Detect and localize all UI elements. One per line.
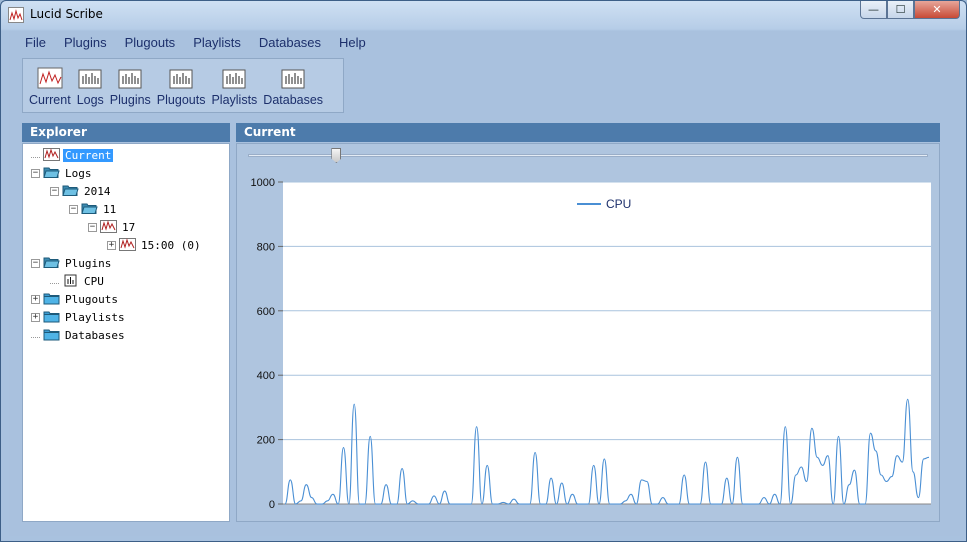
- time-slider-track[interactable]: [248, 154, 928, 157]
- tree-item-label: Playlists: [65, 310, 125, 324]
- plugouts-icon: [169, 69, 193, 89]
- tree-item[interactable]: − 2014: [50, 182, 113, 200]
- minimize-button[interactable]: —: [860, 1, 887, 19]
- tree-item-label: Plugouts: [65, 292, 118, 306]
- toolbar-databases-button[interactable]: Databases: [261, 59, 325, 112]
- tree-item-label: Plugins: [65, 256, 112, 270]
- tree-item[interactable]: − Plugins: [31, 254, 113, 272]
- folder-icon: [43, 291, 60, 308]
- toolbar: Current Logs Plugins Plugouts Playlists …: [22, 58, 344, 113]
- window-title: Lucid Scribe: [30, 7, 103, 21]
- tree-item[interactable]: − Logs: [31, 164, 94, 182]
- y-tick-label: 1000: [251, 177, 275, 189]
- collapse-icon[interactable]: −: [88, 222, 97, 232]
- tree-item[interactable]: − 17: [88, 218, 137, 236]
- menu-bar: File Plugins Plugouts Playlists Database…: [9, 31, 960, 55]
- expand-icon[interactable]: +: [31, 312, 40, 322]
- tree-item-label: 15:00 (0): [141, 238, 201, 252]
- menu-databases[interactable]: Databases: [251, 31, 329, 55]
- close-button[interactable]: ✕: [914, 1, 960, 19]
- graph-icon: [100, 219, 117, 236]
- databases-icon: [281, 69, 305, 89]
- menu-help[interactable]: Help: [331, 31, 374, 55]
- explorer-tree: Current − Logs −2014−11−17 +15:00 (0) − Plugin…: [22, 143, 230, 522]
- plot-area: [283, 182, 931, 504]
- current-header: Current: [236, 123, 940, 142]
- toolbar-current-label: Current: [29, 93, 71, 107]
- logs-icon: [78, 69, 102, 89]
- collapse-icon[interactable]: −: [31, 168, 40, 178]
- menu-plugouts[interactable]: Plugouts: [117, 31, 184, 55]
- toolbar-plugins-label: Plugins: [109, 93, 151, 107]
- menu-plugins[interactable]: Plugins: [56, 31, 115, 55]
- plugin-icon: [62, 273, 79, 290]
- client-area: File Plugins Plugouts Playlists Database…: [9, 31, 960, 536]
- collapse-icon[interactable]: −: [31, 258, 40, 268]
- tree-connector: [31, 332, 40, 338]
- tree-item-label: Databases: [65, 328, 125, 342]
- tree-item[interactable]: − 11: [69, 200, 118, 218]
- menu-playlists[interactable]: Playlists: [185, 31, 249, 55]
- y-tick-label: 200: [257, 435, 275, 447]
- tree-connector: [50, 278, 59, 284]
- title-bar[interactable]: Lucid Scribe — ☐ ✕: [1, 1, 966, 29]
- toolbar-playlists-label: Playlists: [211, 93, 258, 107]
- toolbar-plugouts-button[interactable]: Plugouts: [155, 59, 208, 112]
- tree-item-label: 2014: [84, 184, 111, 198]
- toolbar-playlists-button[interactable]: Playlists: [209, 59, 259, 112]
- graph-icon: [119, 237, 136, 254]
- folder-open-icon: [43, 165, 60, 182]
- folder-icon: [43, 327, 60, 344]
- y-tick-label: 600: [257, 306, 275, 318]
- tree-item-label: CPU: [84, 274, 104, 288]
- tree-item[interactable]: + Playlists: [31, 308, 127, 326]
- collapse-icon[interactable]: −: [69, 204, 78, 214]
- app-window: Lucid Scribe — ☐ ✕ File Plugins Plugouts…: [0, 0, 967, 542]
- tree-connector: [31, 152, 40, 158]
- folder-open-icon: [81, 201, 98, 218]
- expand-icon[interactable]: +: [107, 240, 116, 250]
- collapse-icon[interactable]: −: [50, 186, 59, 196]
- toolbar-logs-button[interactable]: Logs: [75, 59, 106, 112]
- tree-item[interactable]: CPU: [50, 272, 106, 290]
- current-panel: 0 200 400 600 800 1000 CPU: [236, 143, 940, 522]
- toolbar-plugins-button[interactable]: Plugins: [108, 59, 153, 112]
- y-tick-label: 800: [257, 241, 275, 253]
- folder-icon: [43, 309, 60, 326]
- graph-icon: [37, 67, 63, 89]
- y-tick-label: 400: [257, 370, 275, 382]
- tree-item[interactable]: +15:00 (0): [107, 236, 203, 254]
- folder-open-icon: [62, 183, 79, 200]
- toolbar-databases-label: Databases: [263, 93, 324, 107]
- explorer-header: Explorer: [22, 123, 230, 142]
- legend-label: CPU: [606, 197, 631, 211]
- menu-file[interactable]: File: [9, 31, 54, 55]
- tree-item[interactable]: + Plugouts: [31, 290, 120, 308]
- cpu-chart: 0 200 400 600 800 1000 CPU: [251, 177, 931, 511]
- tree-item-label: 17: [122, 220, 136, 234]
- maximize-button[interactable]: ☐: [887, 1, 914, 19]
- folder-open-icon: [43, 255, 60, 272]
- tree-item[interactable]: Databases: [31, 326, 127, 344]
- tree-item[interactable]: Current: [31, 146, 114, 164]
- y-tick-label: 0: [269, 499, 275, 511]
- time-slider-thumb[interactable]: [331, 148, 342, 163]
- graph-icon: [43, 147, 60, 164]
- tree-item-label: 11: [103, 202, 117, 216]
- tree-item-label: Logs: [65, 166, 92, 180]
- toolbar-current-button[interactable]: Current: [27, 59, 73, 112]
- expand-icon[interactable]: +: [31, 294, 40, 304]
- toolbar-logs-label: Logs: [76, 93, 104, 107]
- toolbar-plugouts-label: Plugouts: [156, 93, 206, 107]
- app-graph-icon: [8, 7, 24, 23]
- tree-item-label: Current: [63, 148, 114, 162]
- playlists-icon: [222, 69, 246, 89]
- plugins-icon: [118, 69, 142, 89]
